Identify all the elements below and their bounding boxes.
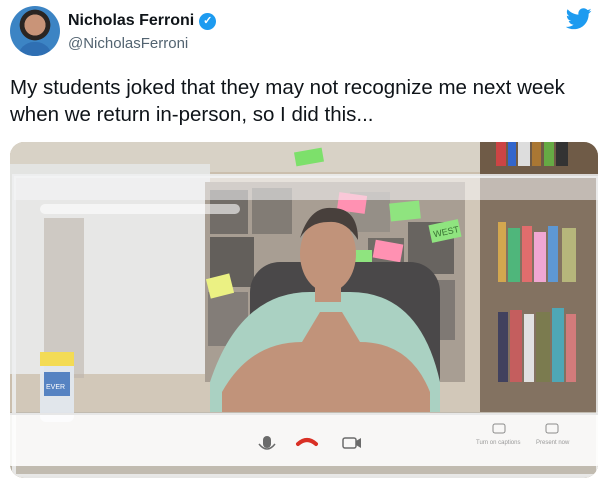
call-controls-bar: Turn on captions Present now <box>258 423 570 450</box>
captions-label: Turn on captions <box>476 440 520 446</box>
tweet-header: Nicholas Ferroni ✓ @NicholasFerroni <box>10 6 592 60</box>
present-now-button[interactable]: Present now <box>536 423 570 446</box>
author-name-row: Nicholas Ferroni ✓ <box>68 12 217 30</box>
captions-button[interactable]: Turn on captions <box>476 423 520 446</box>
tweet-text: My students joked that they may not reco… <box>10 76 565 126</box>
avatar[interactable] <box>10 6 60 56</box>
present-label: Present now <box>536 440 570 446</box>
hang-up-icon[interactable] <box>296 438 318 446</box>
tweet-media-image[interactable]: WEST EVER Turn on captions Present now <box>10 142 598 478</box>
camera-icon[interactable] <box>342 437 361 449</box>
twitter-bird-icon[interactable] <box>566 8 592 30</box>
author-handle[interactable]: @NicholasFerroni <box>68 35 188 52</box>
verified-badge-icon: ✓ <box>199 12 217 30</box>
author-display-name[interactable]: Nicholas Ferroni <box>68 12 194 30</box>
microphone-icon[interactable] <box>258 436 276 450</box>
